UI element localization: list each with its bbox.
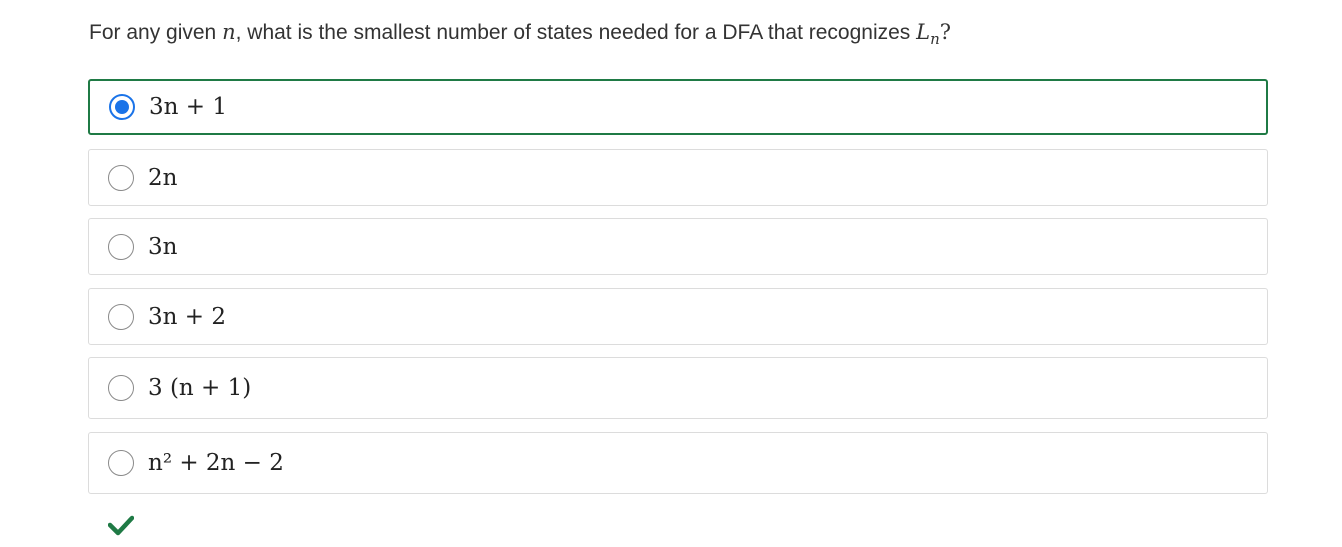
question-prefix: For any given <box>89 21 223 44</box>
option-6[interactable]: n² + 2n − 2 <box>88 432 1268 494</box>
radio-button[interactable] <box>108 450 134 476</box>
radio-button-selected[interactable] <box>109 94 135 120</box>
option-label: 3n + 2 <box>148 303 226 330</box>
option-label: n² + 2n − 2 <box>148 450 284 476</box>
question-language-subscript: n <box>930 30 940 48</box>
radio-button[interactable] <box>108 303 134 330</box>
option-label: 3n <box>148 233 178 260</box>
radio-button[interactable] <box>108 164 134 191</box>
option-label: 3 (n + 1) <box>148 375 252 401</box>
option-1[interactable]: 3n + 1 <box>88 79 1268 135</box>
question-variable: n <box>222 20 236 44</box>
radio-button[interactable] <box>108 233 134 260</box>
option-label: 2n <box>148 164 178 191</box>
question-language: L <box>916 20 931 44</box>
option-4[interactable]: 3n + 2 <box>88 288 1268 345</box>
question-suffix: ? <box>939 20 952 44</box>
option-label: 3n + 1 <box>149 94 227 120</box>
radio-button[interactable] <box>108 375 134 401</box>
question-text: For any given n, what is the smallest nu… <box>89 18 951 48</box>
question-middle: , what is the smallest number of states … <box>235 21 917 44</box>
checkmark-icon <box>108 515 134 536</box>
option-3[interactable]: 3n <box>88 218 1268 275</box>
option-2[interactable]: 2n <box>88 149 1268 206</box>
option-5[interactable]: 3 (n + 1) <box>88 357 1268 419</box>
